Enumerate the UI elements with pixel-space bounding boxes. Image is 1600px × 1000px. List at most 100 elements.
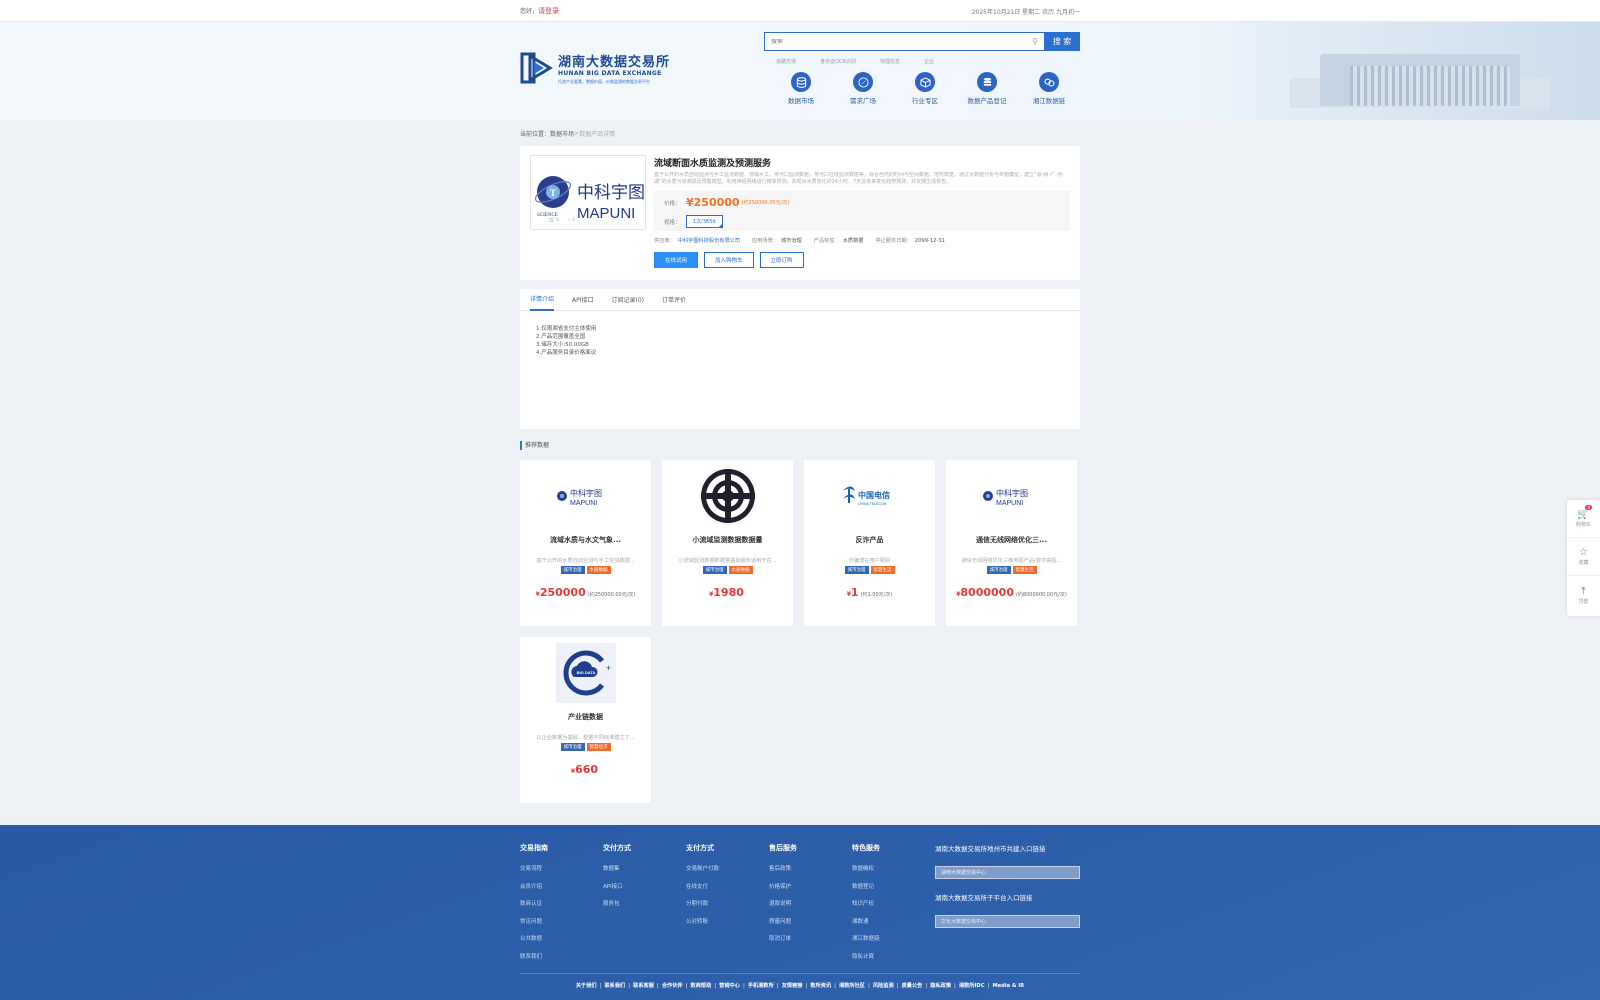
footer-bottom-link[interactable]: 质量公告 [899,983,926,989]
tab-reviews[interactable]: 订单评价 [662,289,686,311]
site-logo[interactable]: 湖南大数据交易所 HUNAN BIG DATA EXCHANGE 打造产业要素、… [520,50,670,86]
sub-platform-select[interactable]: 文化大数据交易中心 [935,915,1080,928]
product-card[interactable]: 中科宇图 MAPUNI 通信无线网络优化三... 通信无线网络优化三维地图产品(数… [946,460,1077,626]
footer-bottom-link[interactable]: 手机湘数所 [745,983,777,989]
tab-api[interactable]: API接口 [572,289,594,311]
tab-details[interactable]: 详情介绍 [530,289,555,311]
footer-link[interactable]: 公对转账 [686,917,769,935]
search-icon[interactable]: ⚲ [1032,37,1038,46]
footer-link[interactable]: 联系我们 [520,952,603,970]
footer-bottom-link[interactable]: 营销中心 [716,983,743,989]
footer-link[interactable]: 公共数据 [520,934,603,952]
provider-link[interactable]: 中科宇图科技股份有限公司 [678,238,740,244]
footer-link[interactable]: 会员介绍 [520,882,603,900]
footer-bottom-link[interactable]: Media & IR [989,983,1027,989]
footer-link[interactable]: 数据确权 [852,864,935,882]
footer-link[interactable]: 隐私计算 [852,952,935,970]
footer-bottom-link[interactable]: 合作伙伴 [659,983,686,989]
price-note: (约250000.00元/次) [741,200,790,206]
product-card[interactable]: 小流域监测数据数据量 小流域监测数据数据量基础服务适用于在... 城市治理 水质数… [662,460,793,626]
scene-label: 应用场景： [752,238,778,244]
buy-now-button[interactable]: 立即订购 [759,252,804,268]
footer-bottom-link[interactable]: 数商帮助 [688,983,715,989]
date-value: 2099-12-31 [914,238,945,244]
footer-bottom-link[interactable]: 湘数所IDC [956,983,988,989]
logo-en: HUNAN BIG DATA EXCHANGE [558,70,662,77]
search-input[interactable] [771,38,1033,45]
main-content: 当前位置： 数据市场 > 数据产品详情 T 中科宇图 MAPUNI SCIENC… [520,120,1080,803]
footer-bottom-link[interactable]: 联系我们 [601,983,628,989]
footer-bottom-link[interactable]: 关于我们 [573,983,600,989]
breadcrumb-parent[interactable]: 数据市场 [550,129,574,138]
search-button[interactable]: 搜 索 [1044,32,1080,51]
card-price-note: (约250000.00元/次) [587,592,636,598]
date-text: 2025年10月21日 星期二 农历 九月初一 [971,8,1080,16]
nav-demand-square[interactable]: 需求广场 [842,72,884,105]
footer-link[interactable]: 交易账户付款 [686,864,769,882]
side-favorite[interactable]: ☆ 收藏 [1567,538,1600,576]
product-image: T 中科宇图 MAPUNI SCIENCE 🛒 0 ☆ 0 [530,155,646,230]
footer-link[interactable]: 价格保护 [769,882,852,900]
footer-bottom-link[interactable]: 隐私政策 [927,983,954,989]
side-top[interactable]: ⤒ 顶部 [1567,576,1600,614]
footer-link[interactable]: 数据登记 [852,882,935,900]
footer-link[interactable]: 常见问题 [520,917,603,935]
tab-subscriptions[interactable]: 订阅记录(0) [612,289,645,311]
city-entrance-select[interactable]: 湖南大数据交易中心 [935,866,1080,879]
footer-link[interactable]: API接口 [603,882,686,900]
card-price-note: (约8000000.00元/次) [1015,592,1067,598]
product-card[interactable]: 中国电信 CHINA TELECOM 反诈产品 诈骗潜在用户甄别 城市治理 智慧生活… [804,460,935,626]
footer-link[interactable]: 湘江数据链 [852,934,935,952]
footer-bottom-link[interactable]: 友情链接 [779,983,806,989]
nav-product-register[interactable]: 数据产品登记 [966,72,1008,105]
footer-link[interactable]: 知识产权 [852,899,935,917]
nav-label: 数据产品登记 [967,97,1007,105]
tag-label: 产品标签： [813,238,840,244]
nav-data-chain[interactable]: 湘江数据链 [1028,72,1070,105]
footer-link[interactable]: 交易流程 [520,864,603,882]
footer-bottom-link[interactable]: 联系客服 [630,983,657,989]
card-tag: 城市治理 [986,566,1011,574]
footer-link[interactable]: 数商认证 [520,899,603,917]
footer-link[interactable]: 售后政策 [769,864,852,882]
card-desc: 基于公开的水质自动监测与手工监测数据... [536,558,635,564]
mapuni-logo-icon: 中科宇图 MAPUNI [556,466,616,526]
login-link[interactable]: 请登录 [538,7,559,15]
footer-link[interactable]: 退款说明 [769,899,852,917]
footer-column: 交付方式数据集 API接口 服务包 [603,843,686,969]
footer-link[interactable]: 湘数通 [852,917,935,935]
nav-industry-zone[interactable]: 行业专区 [904,72,946,105]
footer-link[interactable]: 取消订单 [769,934,852,952]
mapuni-logo-icon: 中科宇图 MAPUNI [982,466,1042,526]
footer-bottom-link[interactable]: 风险监测 [870,983,897,989]
footer-link[interactable]: 服务包 [603,899,686,917]
fav-count: ☆ 0 [566,218,576,223]
product-card[interactable]: 中科宇图 MAPUNI 流域水质与水文气象... 基于公开的水质自动监测与手工监测… [520,460,651,626]
hotword[interactable]: 道路交通 [776,58,796,65]
footer-link[interactable]: 质量问题 [769,917,852,935]
add-cart-button[interactable]: 加入购物车 [704,252,754,268]
footer-link[interactable]: 在线支付 [686,882,769,900]
footer-link[interactable]: 数据集 [603,864,686,882]
product-info: 流域断面水质监测及预测服务 基于公开的水质自动监测与手工监测数据、流域水文、排污… [654,156,1070,268]
nav-label: 行业专区 [912,97,938,105]
database-icon [791,72,811,92]
footer-bottom-link[interactable]: 数所资讯 [807,983,834,989]
nav-data-market[interactable]: 数据市场 [780,72,822,105]
hotword[interactable]: 企业 [924,58,934,65]
footer-bottom-link[interactable]: 湘数所社区 [836,983,868,989]
hotword[interactable]: 身份证OCR识别 [820,58,856,65]
footer-column-title: 交付方式 [603,844,631,852]
trial-button[interactable]: 在线试用 [654,252,699,268]
hotword[interactable]: 地理信息 [880,58,900,65]
spec-option[interactable]: 1次/365d [686,215,723,228]
svg-text:中科宇图: 中科宇图 [996,488,1028,498]
svg-text:MAPUNI: MAPUNI [996,500,1023,507]
product-card[interactable]: BIG DATA + 产业链数据 以企业数据为基础，根据不同标准建立了... 城市… [520,637,651,803]
crosshair-logo-icon [698,466,758,526]
svg-text:中国电信: 中国电信 [858,490,890,500]
recommend-title: 推荐数据 [520,441,1080,450]
card-name: 产业链数据 [568,713,603,721]
footer-link[interactable]: 分期付款 [686,899,769,917]
side-cart[interactable]: 🛒 0 购物车 [1567,500,1600,538]
